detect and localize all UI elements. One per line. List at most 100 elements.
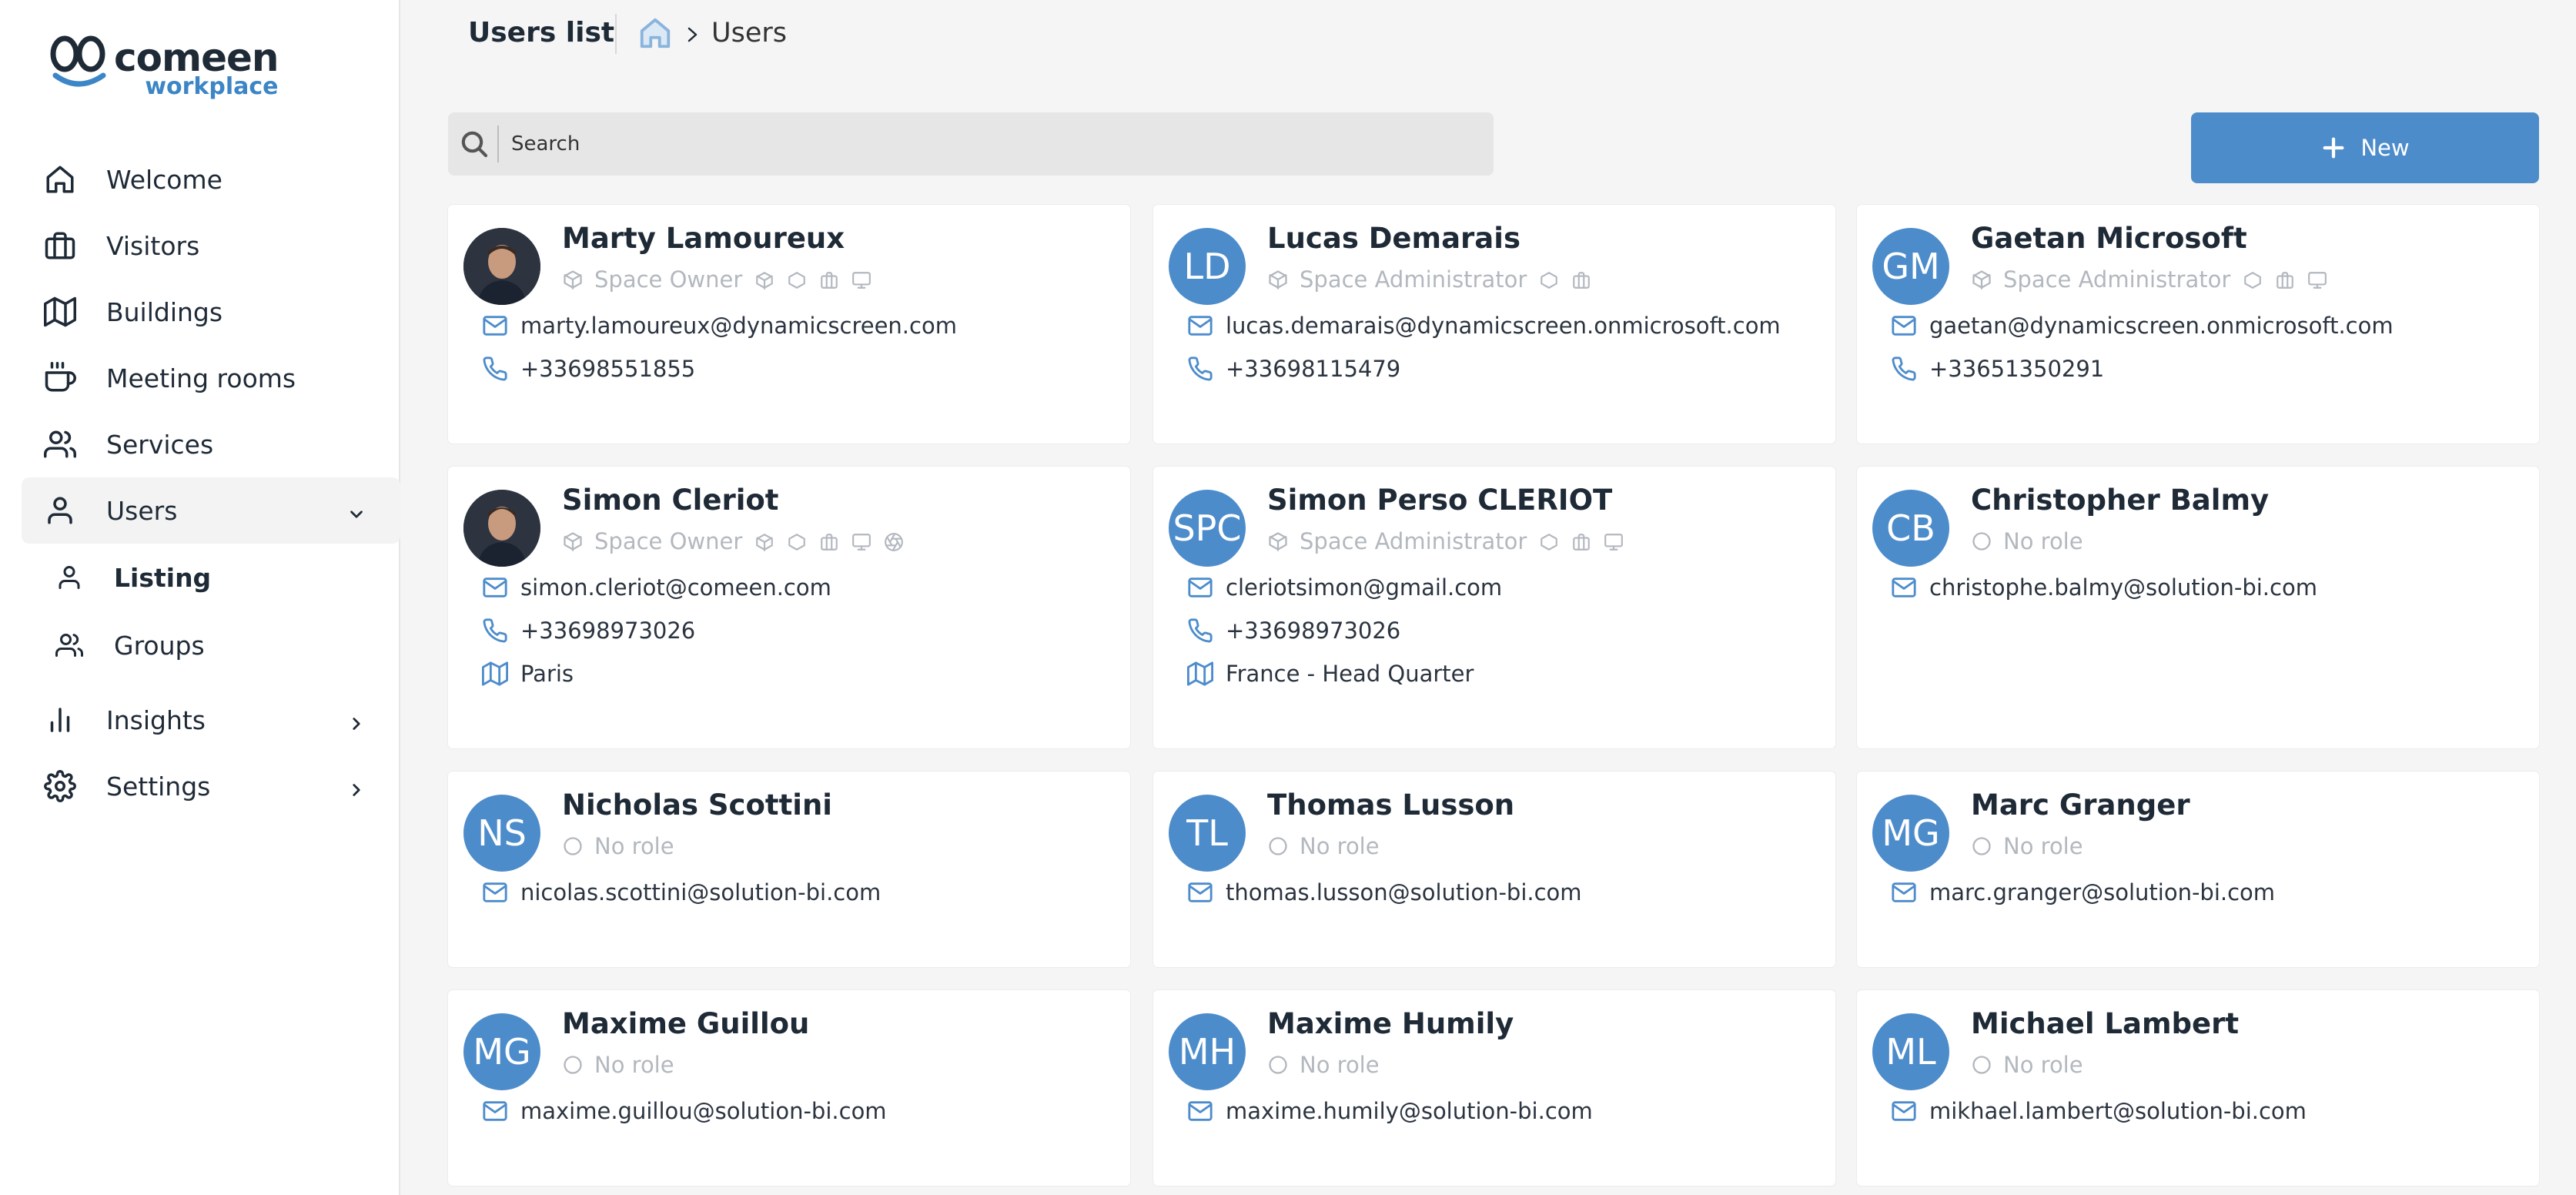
user-location-text[interactable]: France - Head Quarter — [1226, 661, 1474, 687]
user-name[interactable]: Thomas Lusson — [1267, 788, 1514, 822]
user-email-text[interactable]: lucas.demarais@dynamicscreen.onmicrosoft… — [1226, 313, 1781, 339]
user-name[interactable]: Nicholas Scottini — [562, 788, 832, 822]
user-card[interactable]: CB Christopher Balmy No role christophe.bal… — [1857, 467, 2539, 748]
sidebar-item-label: Users — [106, 495, 178, 526]
user-card[interactable]: SPC Simon Perso CLERIOT Space Administrato… — [1153, 467, 1835, 748]
user-card[interactable]: GM Gaetan Microsoft Space Administrator gae… — [1857, 205, 2539, 444]
breadcrumb-current[interactable]: Users — [711, 18, 787, 49]
chevron-right-icon[interactable] — [346, 710, 366, 730]
user-card[interactable]: ML Michael Lambert No role mikhael.lambert@… — [1857, 990, 2539, 1186]
phone-icon — [1187, 356, 1213, 382]
user-role: No role — [1267, 1052, 1380, 1078]
user-phone-text[interactable]: +33651350291 — [1929, 356, 2104, 382]
phone-icon — [1187, 618, 1213, 644]
sidebar-item-meeting-rooms[interactable]: Meeting rooms — [22, 345, 400, 411]
cube-icon — [754, 531, 774, 551]
mail-icon — [1891, 313, 1917, 339]
new-button-label: New — [2360, 135, 2410, 161]
sidebar-subitem-listing[interactable]: Listing — [22, 544, 400, 611]
user-email-text[interactable]: maxime.humily@solution-bi.com — [1226, 1098, 1593, 1124]
user-location-text[interactable]: Paris — [520, 661, 574, 687]
user-name[interactable]: Maxime Humily — [1267, 1007, 1514, 1040]
user-role: Space Administrator — [1971, 266, 2327, 293]
user-card[interactable]: MG Marc Granger No role marc.granger@soluti… — [1857, 772, 2539, 967]
user-phone: +33698115479 — [1187, 356, 1400, 382]
user-icon — [54, 562, 85, 593]
avatar: MG — [1872, 795, 1949, 872]
briefcase-icon — [819, 269, 839, 290]
user-email-text[interactable]: maxime.guillou@solution-bi.com — [520, 1098, 887, 1124]
sidebar-item-welcome[interactable]: Welcome — [22, 146, 400, 213]
chevron-down-icon[interactable] — [346, 500, 366, 521]
circle-icon — [1971, 1054, 1992, 1076]
user-phone: +33651350291 — [1891, 356, 2104, 382]
sidebar-item-visitors[interactable]: Visitors — [22, 213, 400, 279]
user-email: mikhael.lambert@solution-bi.com — [1891, 1098, 2307, 1124]
circle-icon — [562, 1054, 584, 1076]
user-card[interactable]: Marty Lamoureux Space Owner marty.lamoureu… — [448, 205, 1130, 444]
user-name[interactable]: Marc Granger — [1971, 788, 2190, 822]
user-name[interactable]: Lucas Demarais — [1267, 222, 1521, 255]
user-card[interactable]: LD Lucas Demarais Space Administrator lucas… — [1153, 205, 1835, 444]
user-email-text[interactable]: thomas.lusson@solution-bi.com — [1226, 879, 1582, 905]
user-email-text[interactable]: marc.granger@solution-bi.com — [1929, 879, 2275, 905]
role-label: No role — [2003, 528, 2083, 554]
search-input[interactable] — [511, 132, 1435, 156]
chevron-right-icon[interactable] — [346, 776, 366, 796]
user-email: nicolas.scottini@solution-bi.com — [482, 879, 881, 905]
user-email-text[interactable]: christophe.balmy@solution-bi.com — [1929, 574, 2317, 601]
role-label: No role — [2003, 833, 2083, 859]
briefcase-icon — [2275, 269, 2295, 290]
user-email-text[interactable]: nicolas.scottini@solution-bi.com — [520, 879, 881, 905]
user-phone-text[interactable]: +33698973026 — [520, 618, 695, 644]
sidebar-item-buildings[interactable]: Buildings — [22, 279, 400, 345]
user-name[interactable]: Maxime Guillou — [562, 1007, 809, 1040]
logo[interactable]: comeen workplace — [48, 34, 279, 99]
user-phone-text[interactable]: +33698551855 — [520, 356, 695, 382]
user-card[interactable]: NS Nicholas Scottini No role nicolas.scotti… — [448, 772, 1130, 967]
user-email-text[interactable]: gaetan@dynamicscreen.onmicrosoft.com — [1929, 313, 2394, 339]
user-card[interactable]: MG Maxime Guillou No role maxime.guillou@so… — [448, 990, 1130, 1186]
user-email: marty.lamoureux@dynamicscreen.com — [482, 313, 957, 339]
mail-icon — [482, 1098, 508, 1124]
user-name[interactable]: Gaetan Microsoft — [1971, 222, 2247, 255]
sidebar: comeen workplace Welcome Visitors Buildi… — [0, 0, 400, 1195]
monitor-icon — [851, 531, 871, 551]
user-email: maxime.guillou@solution-bi.com — [482, 1098, 887, 1124]
user-card[interactable]: Simon Cleriot Space Owner simon.cleriot@co… — [448, 467, 1130, 748]
user-email-text[interactable]: simon.cleriot@comeen.com — [520, 574, 831, 601]
user-email-text[interactable]: mikhael.lambert@solution-bi.com — [1929, 1098, 2307, 1124]
user-name[interactable]: Christopher Balmy — [1971, 484, 2269, 517]
user-email: christophe.balmy@solution-bi.com — [1891, 574, 2317, 601]
user-icon — [43, 494, 77, 527]
avatar: GM — [1872, 228, 1949, 305]
user-phone-text[interactable]: +33698973026 — [1226, 618, 1400, 644]
role-label: Space Owner — [594, 528, 743, 554]
briefcase-icon — [1571, 531, 1591, 551]
user-name[interactable]: Simon Perso CLERIOT — [1267, 484, 1612, 517]
user-email-text[interactable]: marty.lamoureux@dynamicscreen.com — [520, 313, 957, 339]
user-name[interactable]: Simon Cleriot — [562, 484, 779, 517]
sidebar-subitem-label: Listing — [114, 562, 212, 593]
breadcrumb-home-icon[interactable] — [637, 15, 673, 51]
user-role: Space Owner — [562, 266, 871, 293]
user-email-text[interactable]: cleriotsimon@gmail.com — [1226, 574, 1502, 601]
sidebar-item-users[interactable]: Users — [22, 477, 400, 544]
logo-mark-icon — [48, 34, 109, 92]
sidebar-item-insights[interactable]: Insights — [22, 687, 400, 753]
new-user-button[interactable]: New — [2191, 112, 2539, 183]
sidebar-item-settings[interactable]: Settings — [22, 753, 400, 819]
role-label: Space Administrator — [2003, 266, 2231, 293]
user-name[interactable]: Marty Lamoureux — [562, 222, 845, 255]
user-card[interactable]: MH Maxime Humily No role maxime.humily@solu… — [1153, 990, 1835, 1186]
sidebar-subitem-groups[interactable]: Groups — [22, 611, 400, 679]
user-role: No role — [1971, 833, 2083, 859]
user-card[interactable]: TL Thomas Lusson No role thomas.lusson@solu… — [1153, 772, 1835, 967]
user-email: simon.cleriot@comeen.com — [482, 574, 831, 601]
sidebar-item-services[interactable]: Services — [22, 411, 400, 477]
user-name[interactable]: Michael Lambert — [1971, 1007, 2239, 1040]
user-phone: +33698551855 — [482, 356, 695, 382]
cube-icon — [754, 269, 774, 290]
user-phone-text[interactable]: +33698115479 — [1226, 356, 1400, 382]
user-email: lucas.demarais@dynamicscreen.onmicrosoft… — [1187, 313, 1781, 339]
